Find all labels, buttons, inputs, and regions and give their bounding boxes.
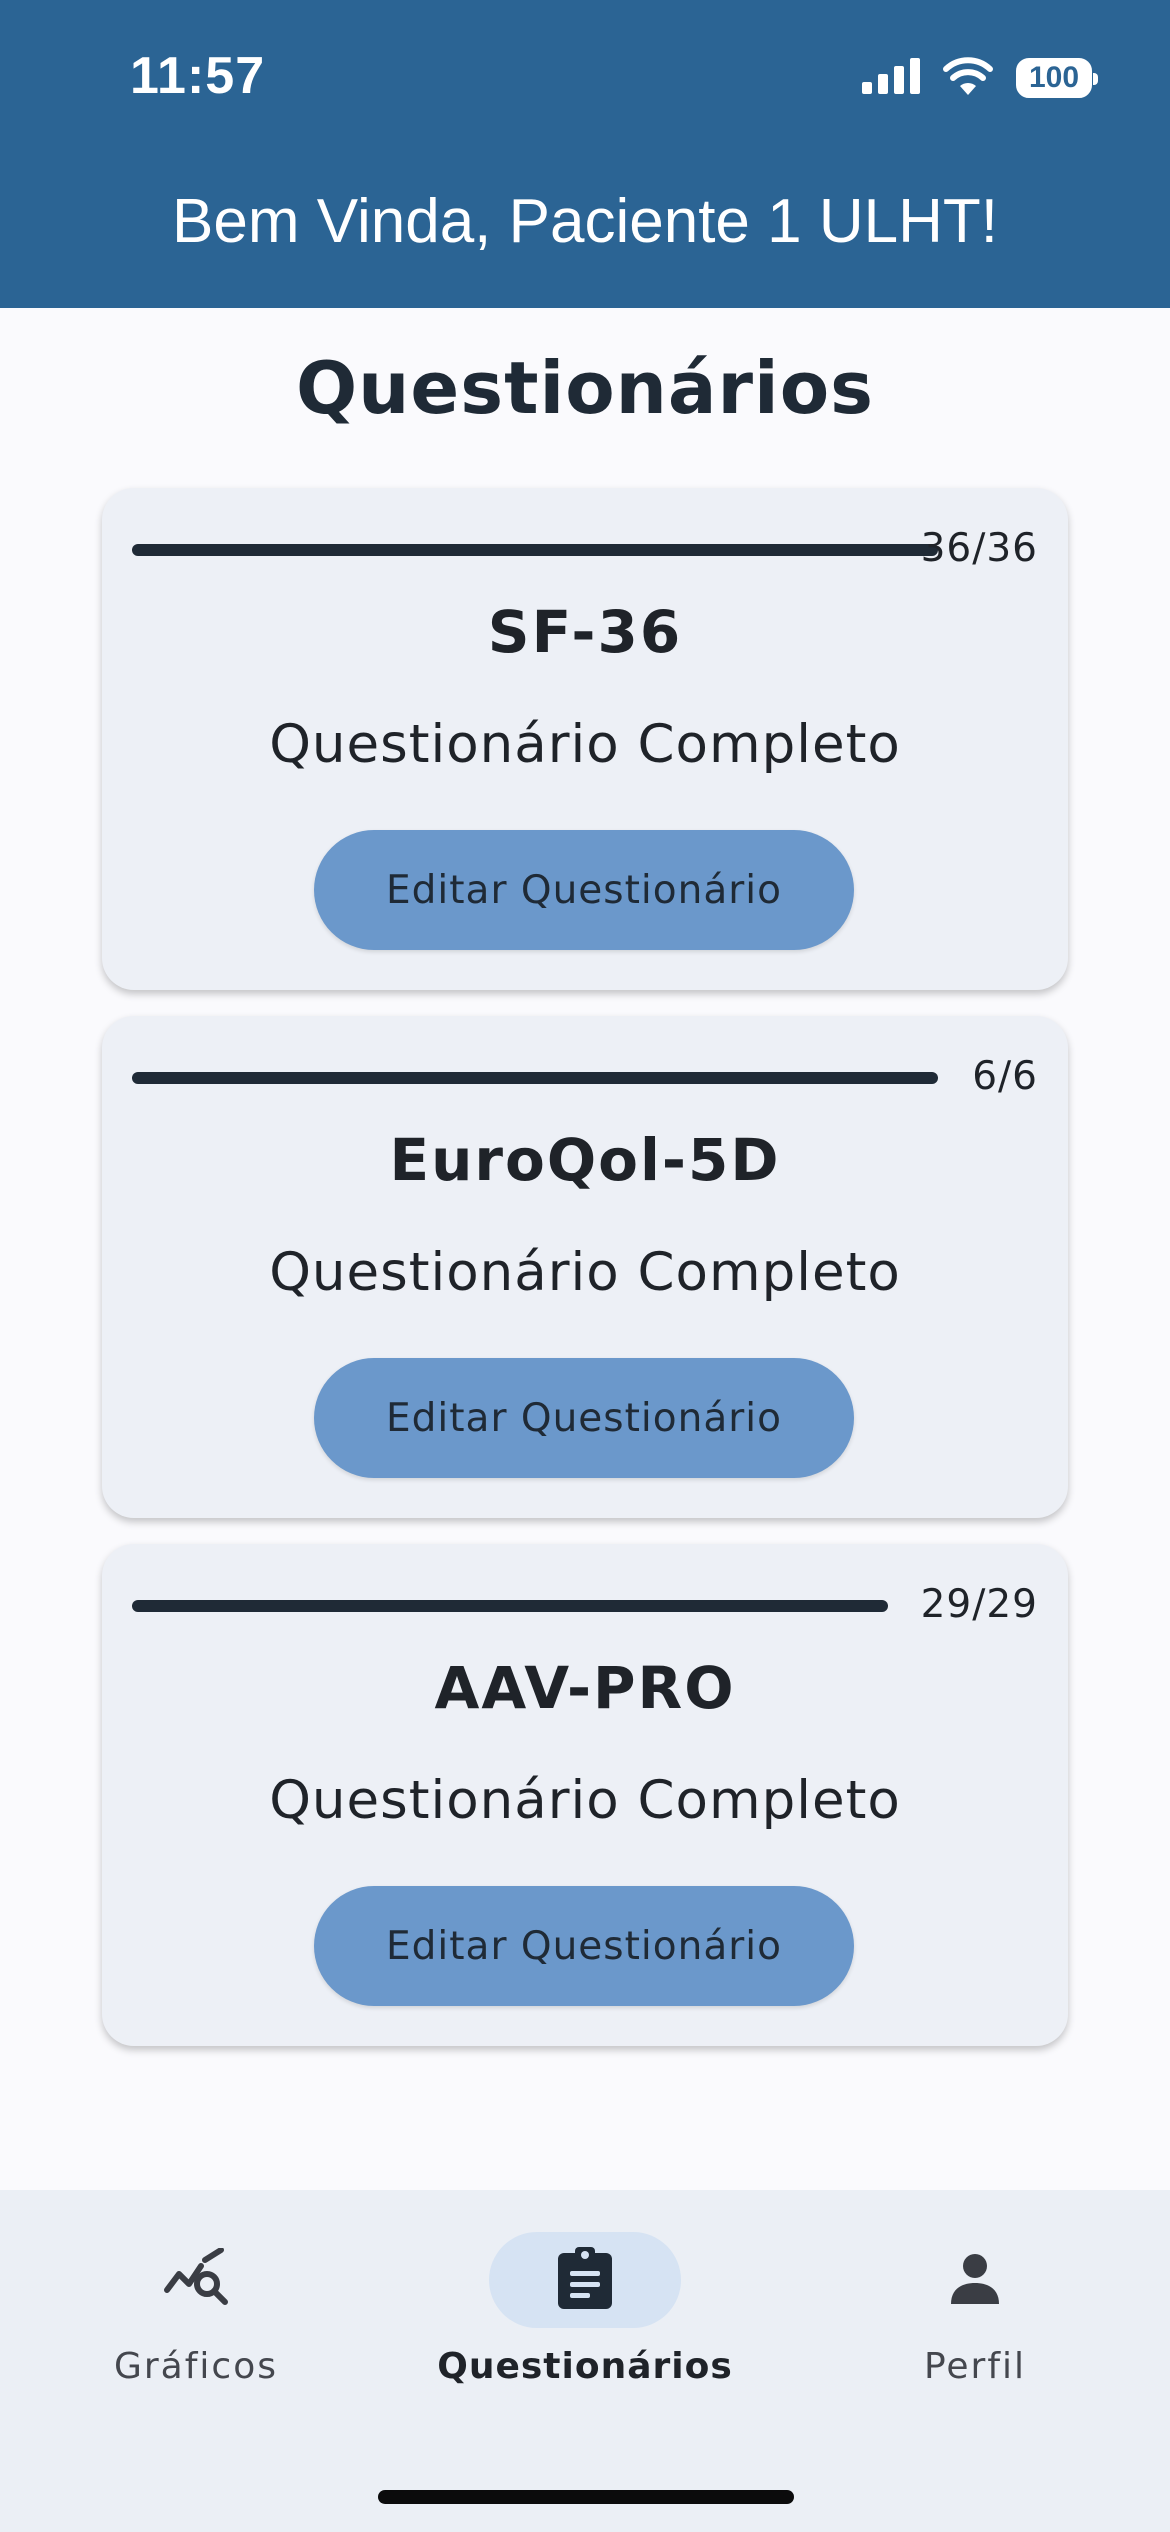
- nav-item-questionarios[interactable]: Questionários: [435, 2232, 735, 2402]
- nav-item-graficos[interactable]: Gráficos: [46, 2232, 346, 2402]
- edit-questionnaire-button[interactable]: Editar Questionário: [314, 830, 854, 950]
- questionnaire-title: SF-36: [487, 598, 683, 666]
- app-header: 11:57 100 Bem Vinda, Paciente 1 ULHT!: [0, 0, 1170, 308]
- questionnaire-status: Questionário Completo: [269, 1770, 901, 1831]
- edit-questionnaire-button[interactable]: Editar Questionário: [314, 1886, 854, 2006]
- status-icons: 100: [862, 56, 1098, 100]
- nav-label: Gráficos: [113, 2346, 278, 2387]
- progress-fill: [132, 1072, 938, 1084]
- progress-bar: [132, 1600, 888, 1612]
- nav-item-perfil[interactable]: Perfil: [825, 2232, 1125, 2402]
- edit-questionnaire-button[interactable]: Editar Questionário: [314, 1358, 854, 1478]
- nav-label: Questionários: [437, 2346, 733, 2387]
- battery-icon: 100: [1016, 58, 1098, 98]
- progress-bar: [132, 544, 938, 556]
- questionnaire-card-euroqol5d: 6/6 EuroQol-5D Questionário Completo Edi…: [102, 1016, 1068, 1518]
- questionnaire-card-sf36: 36/36 SF-36 Questionário Completo Editar…: [102, 488, 1068, 990]
- nav-icon-container: [879, 2232, 1071, 2328]
- nav-icon-container: [100, 2232, 292, 2328]
- wifi-icon: [942, 57, 994, 99]
- questionnaire-title: AAV-PRO: [434, 1654, 736, 1722]
- questionnaire-title: EuroQol-5D: [389, 1126, 781, 1194]
- questionnaire-card-aavpro: 29/29 AAV-PRO Questionário Completo Edit…: [102, 1544, 1068, 2046]
- battery-level: 100: [1028, 61, 1080, 94]
- progress-count: 36/36: [920, 526, 1038, 571]
- questionnaire-status: Questionário Completo: [269, 714, 901, 775]
- nav-active-indicator: [489, 2232, 681, 2328]
- progress-count: 6/6: [972, 1054, 1038, 1099]
- clipboard-icon: [558, 2247, 612, 2313]
- welcome-message: Bem Vinda, Paciente 1 ULHT!: [172, 187, 998, 256]
- chart-search-icon: [163, 2247, 229, 2312]
- progress-fill: [132, 1600, 888, 1612]
- progress-count: 29/29: [920, 1582, 1038, 1627]
- progress-fill: [132, 544, 938, 556]
- questionnaire-status: Questionário Completo: [269, 1242, 901, 1303]
- person-icon: [949, 2252, 1001, 2308]
- progress-bar: [132, 1072, 938, 1084]
- page-title: Questionários: [295, 346, 875, 430]
- nav-label: Perfil: [923, 2346, 1027, 2387]
- bottom-navigation: Gráficos Questionários Perfil: [0, 2190, 1170, 2532]
- home-indicator: [378, 2490, 794, 2504]
- status-time: 11:57: [130, 47, 266, 105]
- cellular-signal-icon: [862, 58, 920, 98]
